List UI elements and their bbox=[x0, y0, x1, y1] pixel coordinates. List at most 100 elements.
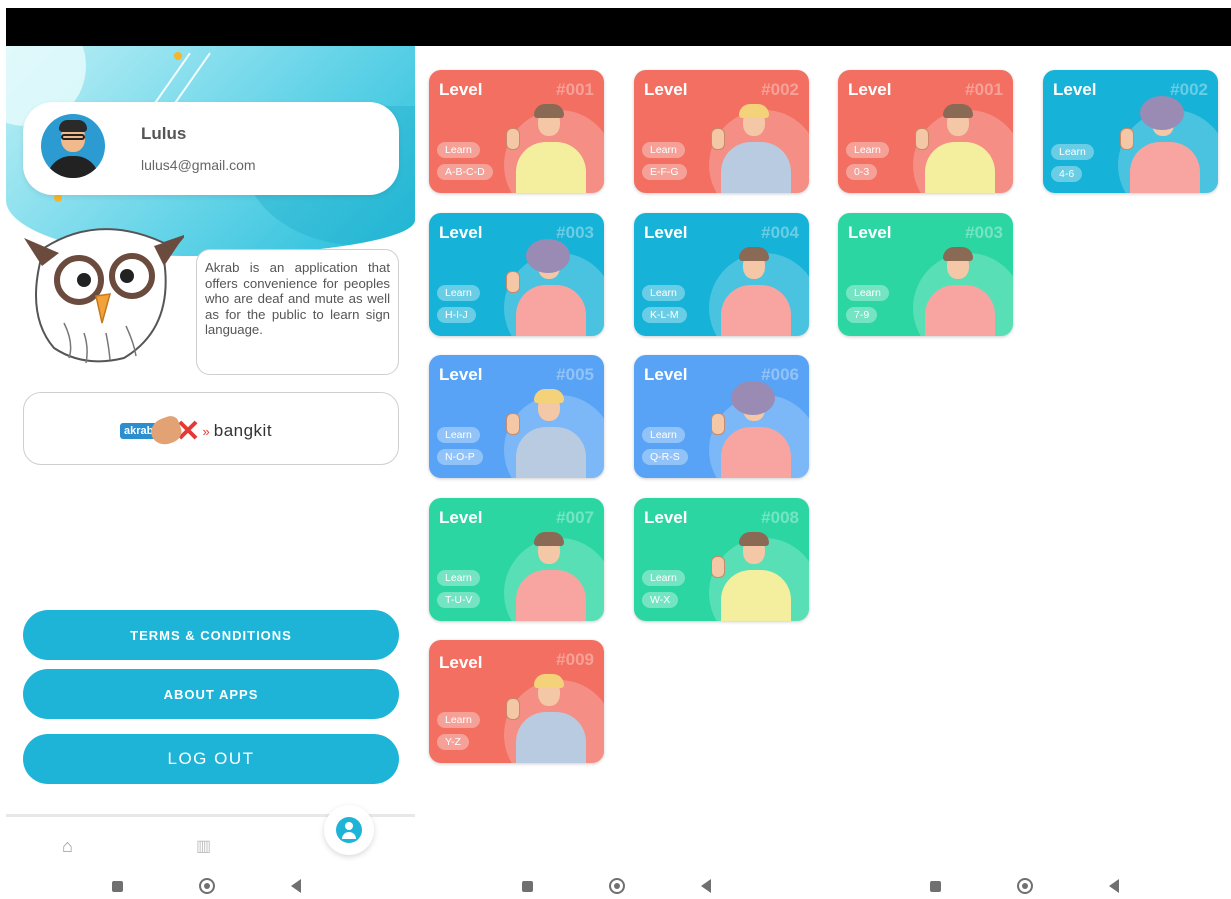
user-email: lulus4@gmail.com bbox=[141, 157, 256, 173]
home-system-icon[interactable] bbox=[1017, 878, 1033, 894]
learn-badge: Learn bbox=[642, 142, 685, 158]
learn-badge: Learn bbox=[1051, 144, 1094, 160]
sign-hand-icon bbox=[506, 698, 520, 720]
card-character-body bbox=[721, 570, 791, 621]
level-card[interactable]: Level #004 Learn K-L-M bbox=[634, 213, 809, 336]
level-title: Level bbox=[439, 80, 483, 99]
card-character-body bbox=[721, 427, 791, 478]
level-card[interactable]: Level #002 Learn 4-6 bbox=[1043, 70, 1218, 193]
level-range: Y-Z bbox=[437, 734, 469, 750]
system-nav-middle bbox=[522, 878, 711, 894]
sign-hand-icon bbox=[711, 128, 725, 150]
recent-apps-icon[interactable] bbox=[112, 880, 123, 892]
level-card[interactable]: Level #001 Learn 0-3 bbox=[838, 70, 1013, 193]
level-card[interactable]: Level #007 Learn T-U-V bbox=[429, 498, 604, 621]
card-character-hair bbox=[739, 247, 769, 261]
back-icon[interactable] bbox=[1109, 879, 1119, 893]
level-range: 0-3 bbox=[846, 164, 878, 180]
learn-badge: Learn bbox=[437, 427, 480, 443]
sign-hand-icon bbox=[506, 413, 520, 435]
sign-hand-icon bbox=[506, 128, 520, 150]
level-number: #004 bbox=[761, 223, 799, 242]
level-number: #007 bbox=[556, 508, 594, 527]
level-range: A-B-C-D bbox=[437, 164, 493, 180]
card-character-hair bbox=[731, 381, 775, 415]
sign-hand-icon bbox=[711, 413, 725, 435]
card-character-hair bbox=[943, 104, 973, 118]
level-number: #008 bbox=[761, 508, 799, 527]
recent-apps-icon[interactable] bbox=[522, 880, 533, 892]
level-title: Level bbox=[848, 223, 892, 242]
card-character-body bbox=[925, 285, 995, 336]
level-number: #006 bbox=[761, 365, 799, 384]
card-character-body bbox=[516, 142, 586, 193]
level-number: #001 bbox=[965, 80, 1003, 99]
level-card[interactable]: Level #003 Learn 7-9 bbox=[838, 213, 1013, 336]
sign-hand-icon bbox=[506, 271, 520, 293]
level-range: T-U-V bbox=[437, 592, 481, 608]
partner-logos: akrab ✕ » bangkit bbox=[120, 413, 273, 449]
card-character-body bbox=[925, 142, 995, 193]
home-system-icon[interactable] bbox=[199, 878, 215, 894]
level-card[interactable]: Level #003 Learn H-I-J bbox=[429, 213, 604, 336]
sign-hand-icon bbox=[1120, 128, 1134, 150]
user-name: Lulus bbox=[141, 124, 187, 143]
level-title: Level bbox=[439, 508, 483, 527]
system-nav-left bbox=[112, 878, 301, 894]
card-character-hair bbox=[534, 389, 564, 403]
learn-badge: Learn bbox=[437, 142, 480, 158]
book-icon[interactable]: ▥ bbox=[196, 836, 211, 856]
app-description: Akrab is an application that offers conv… bbox=[196, 249, 399, 375]
card-character-body bbox=[721, 285, 791, 336]
card-character-body bbox=[516, 712, 586, 763]
level-title: Level bbox=[644, 223, 688, 242]
level-card[interactable]: Level #001 Learn A-B-C-D bbox=[429, 70, 604, 193]
profile-icon bbox=[336, 817, 362, 843]
level-range: K-L-M bbox=[642, 307, 687, 323]
level-title: Level bbox=[1053, 80, 1097, 99]
level-card[interactable]: Level #008 Learn W-X bbox=[634, 498, 809, 621]
level-range: Q-R-S bbox=[642, 449, 688, 465]
level-card[interactable]: Level #009 Learn Y-Z bbox=[429, 640, 604, 763]
sign-hand-icon bbox=[915, 128, 929, 150]
about-apps-button[interactable]: ABOUT APPS bbox=[23, 669, 399, 719]
status-bar bbox=[6, 8, 1231, 46]
back-icon[interactable] bbox=[291, 879, 301, 893]
system-nav-right bbox=[930, 878, 1119, 894]
learn-badge: Learn bbox=[437, 570, 480, 586]
level-range: 7-9 bbox=[846, 307, 878, 323]
card-character-hair bbox=[534, 532, 564, 546]
level-title: Level bbox=[644, 365, 688, 384]
logout-button[interactable]: LOG OUT bbox=[23, 734, 399, 784]
learn-badge: Learn bbox=[642, 570, 685, 586]
level-range: E-F-G bbox=[642, 164, 687, 180]
level-number: #005 bbox=[556, 365, 594, 384]
avatar bbox=[41, 114, 105, 178]
home-system-icon[interactable] bbox=[609, 878, 625, 894]
level-range: H-I-J bbox=[437, 307, 476, 323]
recent-apps-icon[interactable] bbox=[930, 880, 941, 892]
home-icon[interactable]: ⌂ bbox=[62, 836, 73, 857]
level-card[interactable]: Level #002 Learn E-F-G bbox=[634, 70, 809, 193]
bottom-navigation: ⌂ ▥ bbox=[6, 805, 415, 871]
level-card[interactable]: Level #005 Learn N-O-P bbox=[429, 355, 604, 478]
profile-nav-button[interactable] bbox=[324, 805, 374, 855]
card-character-hair bbox=[534, 104, 564, 118]
hero-decor-dot bbox=[174, 52, 182, 60]
learn-badge: Learn bbox=[437, 285, 480, 301]
card-character-hair bbox=[739, 104, 769, 118]
card-character-body bbox=[516, 427, 586, 478]
card-character-body bbox=[516, 570, 586, 621]
learn-badge: Learn bbox=[437, 712, 480, 728]
level-card[interactable]: Level #006 Learn Q-R-S bbox=[634, 355, 809, 478]
level-number: #003 bbox=[556, 223, 594, 242]
back-icon[interactable] bbox=[701, 879, 711, 893]
card-character-body bbox=[721, 142, 791, 193]
level-number: #003 bbox=[965, 223, 1003, 242]
level-title: Level bbox=[644, 80, 688, 99]
level-range: 4-6 bbox=[1051, 166, 1083, 182]
bangkit-logo: bangkit bbox=[213, 421, 273, 440]
learn-badge: Learn bbox=[642, 427, 685, 443]
terms-conditions-button[interactable]: TERMS & CONDITIONS bbox=[23, 610, 399, 660]
profile-screen: Lulus lulus4@gmail.com Akrab is an appli… bbox=[6, 46, 415, 871]
